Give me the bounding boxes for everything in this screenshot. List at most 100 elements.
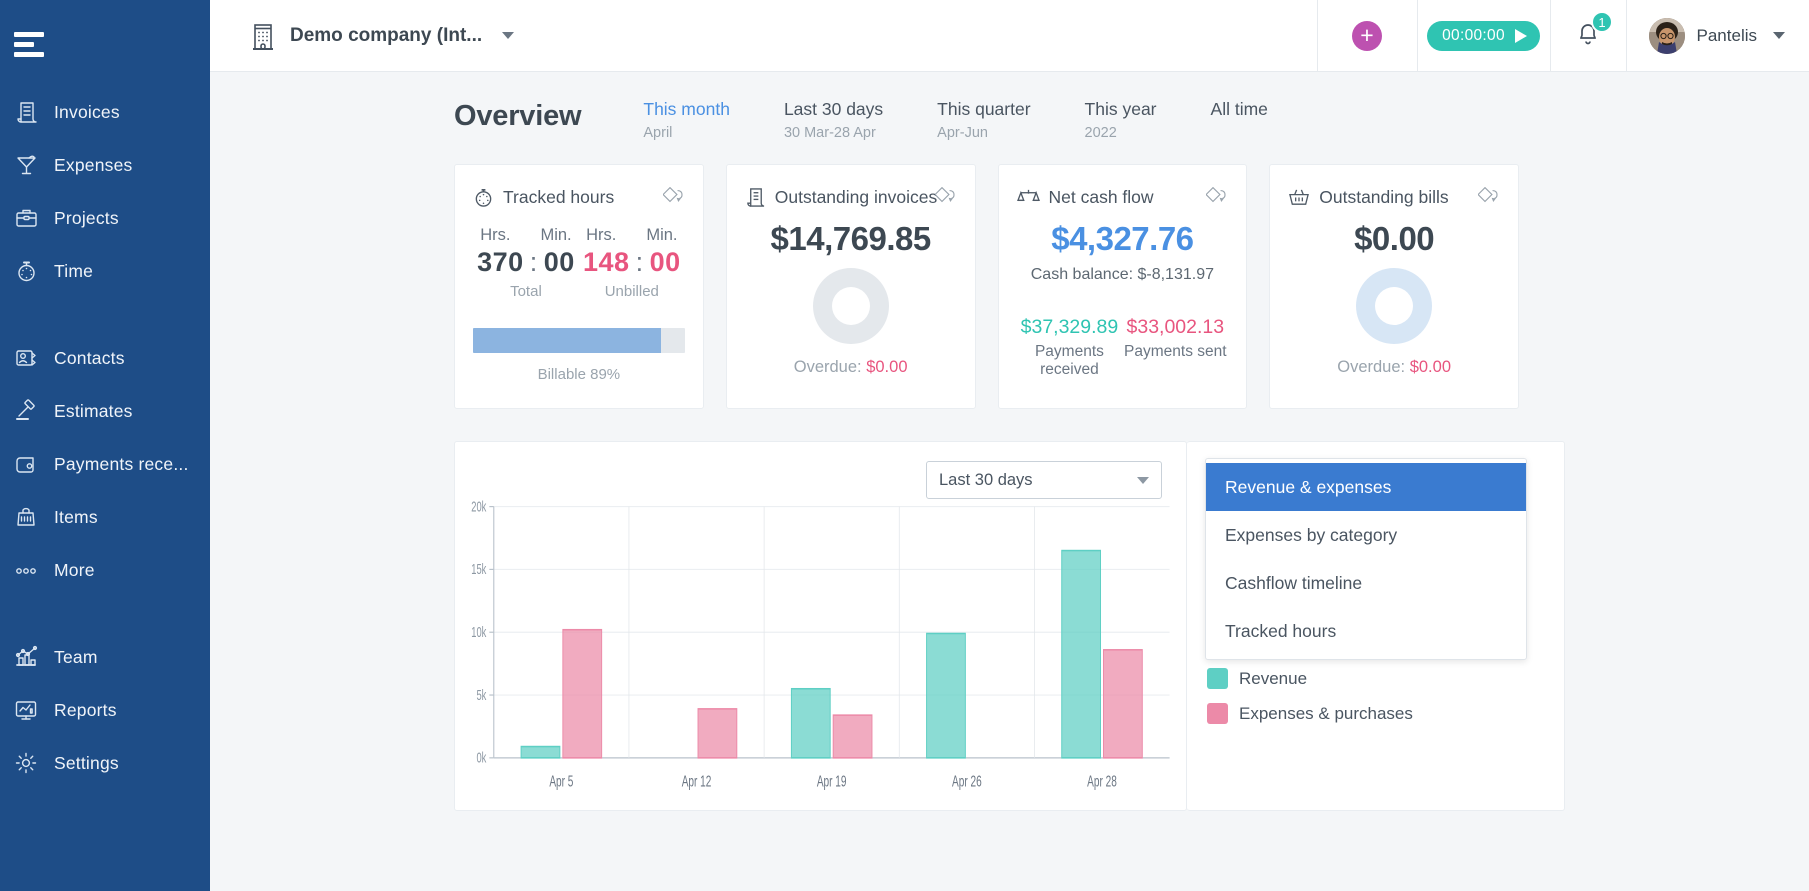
sidebar-item-label: Team bbox=[54, 647, 98, 667]
sidebar-item-projects[interactable]: Projects bbox=[0, 192, 210, 245]
range-tab-label: All time bbox=[1210, 99, 1268, 119]
unbilled-caption: Unbilled bbox=[604, 283, 659, 300]
range-tab-1[interactable]: Last 30 days 30 Mar-28 Apr bbox=[784, 98, 883, 141]
play-icon[interactable] bbox=[1514, 28, 1527, 43]
chevron-down-icon[interactable] bbox=[1773, 32, 1785, 39]
range-tab-label: This month bbox=[643, 99, 730, 119]
expand-icon[interactable] bbox=[1478, 187, 1500, 203]
chart-type-menu: Revenue & expenses Expenses by category Ca… bbox=[1205, 458, 1527, 660]
sidebar-item-label: Estimates bbox=[54, 401, 133, 421]
sidebar-item-label: Expenses bbox=[54, 155, 133, 175]
chart-area: Last 30 days 0k 5k 10k 15k 20k Apr 5 Apr 12 Apr… bbox=[454, 441, 1565, 891]
reports-icon bbox=[14, 698, 54, 723]
sidebar-item-expenses[interactable]: Expenses bbox=[0, 139, 210, 192]
briefcase-icon bbox=[14, 206, 54, 231]
cash-balance: Cash balance: $-8,131.97 bbox=[1030, 266, 1214, 283]
sidebar-item-estimates[interactable]: Estimates bbox=[0, 385, 210, 438]
timer-value: 00:00:00 bbox=[1442, 26, 1505, 44]
sidebar-item-invoices[interactable]: Invoices bbox=[0, 86, 210, 139]
notification-badge: 1 bbox=[1591, 11, 1614, 33]
timer-pill[interactable]: 00:00:00 bbox=[1427, 20, 1540, 51]
chart-menu-item-3[interactable]: Tracked hours bbox=[1206, 607, 1526, 655]
chevron-down-icon[interactable] bbox=[1137, 476, 1149, 484]
card-net-cash-flow: Net cash flow $4,327.76 Cash balance: $-… bbox=[997, 164, 1248, 409]
building-icon bbox=[250, 21, 276, 51]
range-tab-3[interactable]: This year 2022 bbox=[1085, 98, 1157, 141]
sidebar-item-label: Invoices bbox=[54, 102, 120, 122]
chart-menu-item-0[interactable]: Revenue & expenses bbox=[1206, 463, 1526, 511]
timer-control[interactable]: 00:00:00 bbox=[1416, 0, 1550, 72]
page-title: Overview bbox=[454, 100, 582, 132]
payments-sent-label: Payments sent bbox=[1124, 343, 1227, 360]
sidebar: Invoices Expenses Projects Time Contacts Esti… bbox=[0, 0, 210, 891]
card-title: Outstanding invoices bbox=[774, 187, 938, 207]
unbilled-hours-value: 148 bbox=[583, 247, 630, 277]
gavel-icon bbox=[14, 399, 54, 424]
invoices-overdue: Overdue: $0.00 bbox=[745, 358, 957, 377]
stopwatch-icon bbox=[14, 259, 54, 284]
sidebar-item-reports[interactable]: Reports bbox=[0, 684, 210, 737]
range-tab-4[interactable]: All time bbox=[1211, 98, 1268, 125]
legend-label: Revenue bbox=[1239, 668, 1308, 688]
notifications-button[interactable]: 1 bbox=[1549, 0, 1626, 72]
expand-icon[interactable] bbox=[662, 187, 685, 203]
sidebar-item-label: Contacts bbox=[54, 348, 125, 368]
sidebar-item-label: Time bbox=[54, 261, 94, 281]
payments-sent: $33,002.13 Payments sent bbox=[1122, 316, 1228, 379]
card-title: Tracked hours bbox=[503, 187, 615, 207]
range-tab-label: This year bbox=[1084, 99, 1157, 119]
min-label: Min. bbox=[540, 226, 572, 244]
legend-swatch bbox=[1207, 668, 1228, 689]
sidebar-group-3: Team Reports Settings bbox=[0, 631, 210, 790]
svg-text:10k: 10k bbox=[471, 624, 487, 641]
sidebar-item-payments-received[interactable]: Payments rece... bbox=[0, 438, 210, 491]
card-title: Net cash flow bbox=[1048, 187, 1154, 207]
chart-range-value: Last 30 days bbox=[939, 470, 1033, 489]
revenue-expenses-bar-chart: 0k 5k 10k 15k 20k Apr 5 Apr 12 Apr 19 Apr 26 Apr … bbox=[455, 490, 1186, 810]
chart-legend: Revenue Expenses & purchases bbox=[1207, 668, 1413, 738]
user-menu[interactable]: Pantelis bbox=[1625, 0, 1809, 72]
legend-label: Expenses & purchases bbox=[1239, 703, 1413, 723]
total-hours-value: 370 bbox=[477, 247, 524, 277]
svg-text:5k: 5k bbox=[476, 687, 486, 704]
svg-text:Apr 28: Apr 28 bbox=[1087, 772, 1117, 790]
billable-progress-bar bbox=[473, 328, 685, 353]
hamburger-menu-icon[interactable] bbox=[14, 24, 58, 64]
chart-panel: Last 30 days 0k 5k 10k 15k 20k Apr 5 Apr 12 Apr… bbox=[454, 441, 1187, 811]
expand-icon[interactable] bbox=[1206, 187, 1228, 203]
sidebar-item-time[interactable]: Time bbox=[0, 245, 210, 298]
sidebar-item-label: Projects bbox=[54, 208, 119, 228]
sidebar-item-team[interactable]: Team bbox=[0, 631, 210, 684]
expand-icon[interactable] bbox=[934, 187, 957, 203]
bills-overdue: Overdue: $0.00 bbox=[1288, 358, 1500, 377]
company-selector[interactable]: Demo company (Int... bbox=[250, 21, 515, 51]
chart-menu-item-2[interactable]: Cashflow timeline bbox=[1206, 559, 1526, 607]
sidebar-item-items[interactable]: Items bbox=[0, 491, 210, 544]
legend-swatch bbox=[1207, 703, 1228, 724]
scales-icon bbox=[1016, 187, 1040, 208]
sidebar-group-1: Invoices Expenses Projects Time bbox=[0, 86, 210, 298]
overdue-label: Overdue: bbox=[793, 358, 862, 376]
user-name: Pantelis bbox=[1696, 25, 1757, 45]
sidebar-item-more[interactable]: More bbox=[0, 544, 210, 597]
ellipsis-icon bbox=[14, 558, 54, 583]
chevron-down-icon[interactable] bbox=[502, 32, 515, 39]
billable-caption: Billable 89% bbox=[537, 366, 621, 383]
svg-text:Apr 12: Apr 12 bbox=[682, 772, 712, 790]
svg-text:0k: 0k bbox=[476, 749, 486, 766]
card-outstanding-invoices: Outstanding invoices $14,769.85 Overdue:… bbox=[725, 164, 976, 409]
chart-menu-item-1[interactable]: Expenses by category bbox=[1206, 511, 1526, 559]
hrs-label: Hrs. bbox=[586, 226, 617, 244]
sidebar-item-settings[interactable]: Settings bbox=[0, 737, 210, 790]
add-new-button[interactable]: + bbox=[1316, 0, 1417, 72]
range-tab-sublabel: Apr-Jun bbox=[937, 125, 988, 141]
svg-text:Apr 19: Apr 19 bbox=[817, 772, 847, 790]
tracked-total: Hrs. Min. 370:00 Total bbox=[473, 226, 579, 300]
plus-icon[interactable]: + bbox=[1352, 20, 1383, 51]
range-tab-sublabel: April bbox=[643, 125, 673, 141]
range-tab-0[interactable]: This month April bbox=[643, 98, 730, 141]
sidebar-item-contacts[interactable]: Contacts bbox=[0, 332, 210, 385]
card-title: Outstanding bills bbox=[1319, 187, 1449, 207]
overdue-amount: $0.00 bbox=[1409, 358, 1451, 376]
range-tab-2[interactable]: This quarter Apr-Jun bbox=[937, 98, 1030, 141]
